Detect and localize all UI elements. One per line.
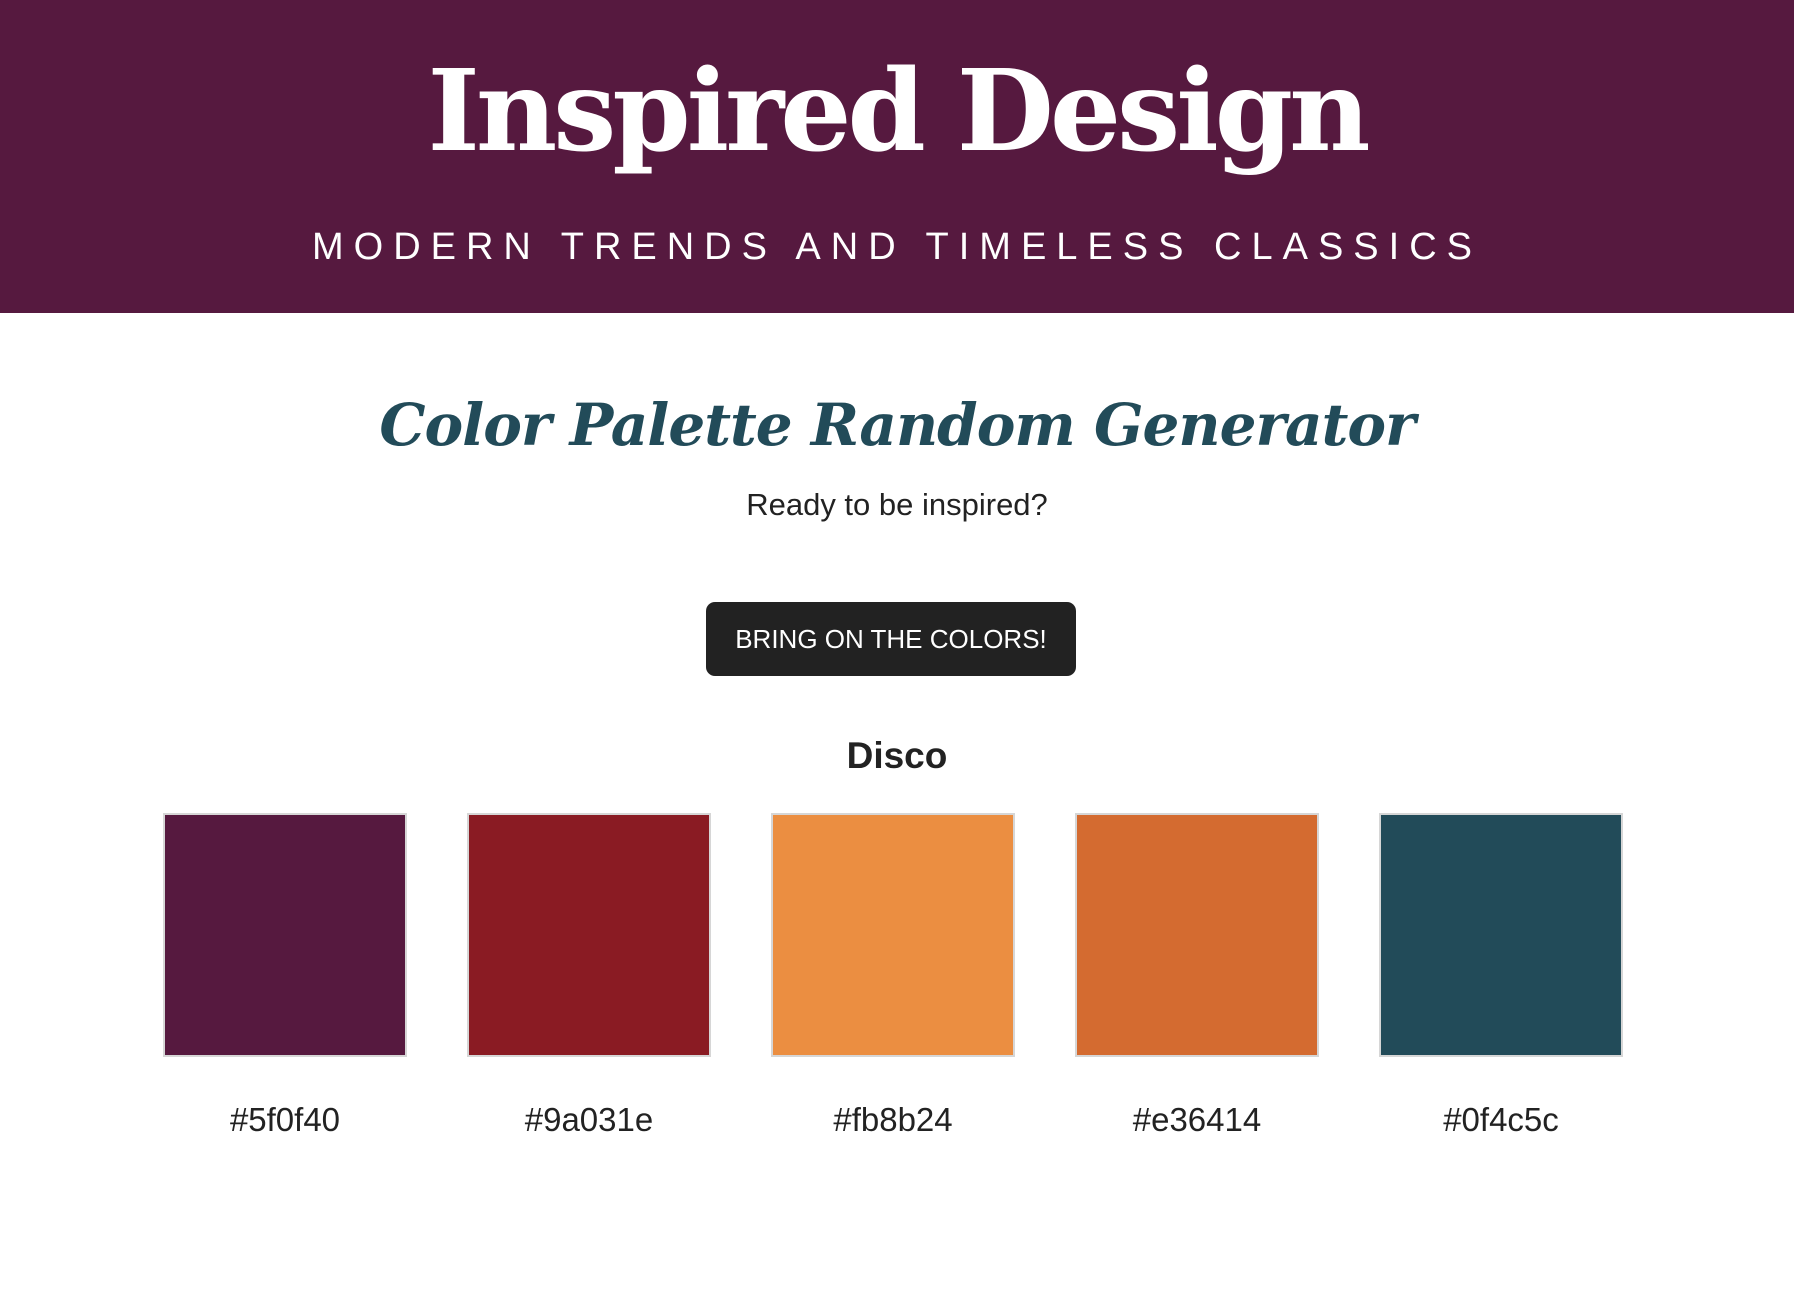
hex-code-label: #5f0f40 bbox=[229, 1101, 341, 1138]
swatch-card: #fb8b24 bbox=[771, 813, 1015, 1141]
generate-palette-button[interactable]: BRING ON THE COLORS! bbox=[706, 602, 1076, 676]
color-swatch bbox=[467, 813, 711, 1057]
hex-code-label: #fb8b24 bbox=[833, 1101, 953, 1138]
swatch-card: #5f0f40 bbox=[163, 813, 407, 1141]
color-swatch bbox=[163, 813, 407, 1057]
intro-text: Ready to be inspired? bbox=[746, 487, 1048, 522]
color-swatches: #5f0f40 #9a031e #fb8b24 #e36414 #0f4c5c bbox=[0, 813, 1794, 1153]
swatch-card: #e36414 bbox=[1075, 813, 1319, 1141]
site-title: Inspired Design bbox=[427, 46, 1370, 177]
site-tagline: MODERN TRENDS AND TIMELESS CLASSICS bbox=[311, 226, 1482, 268]
color-swatch bbox=[1075, 813, 1319, 1057]
hex-code-label: #e36414 bbox=[1132, 1101, 1262, 1138]
main-content: Color Palette Random Generator Ready to … bbox=[0, 313, 1794, 1310]
swatch-card: #0f4c5c bbox=[1379, 813, 1623, 1141]
hex-code-label: #9a031e bbox=[524, 1101, 654, 1138]
swatch-card: #9a031e bbox=[467, 813, 711, 1141]
color-swatch bbox=[1379, 813, 1623, 1057]
hex-code-label: #0f4c5c bbox=[1443, 1101, 1559, 1138]
site-header: Inspired Design MODERN TRENDS AND TIMELE… bbox=[0, 0, 1794, 313]
color-swatch bbox=[771, 813, 1015, 1057]
palette-name: Disco bbox=[846, 735, 948, 776]
page-title: Color Palette Random Generator bbox=[379, 391, 1415, 459]
